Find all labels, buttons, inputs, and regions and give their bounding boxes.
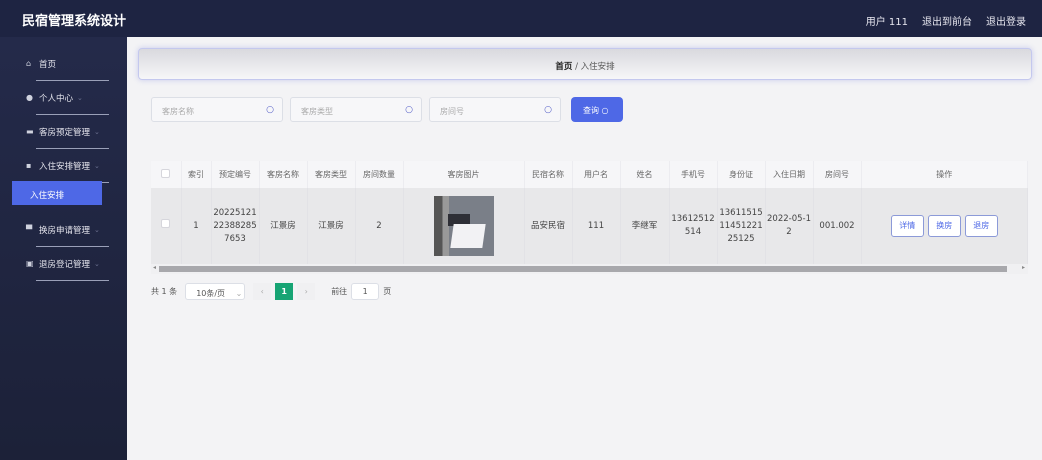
table-row: 1 20225121223882857653 江景房 江景房 2 品安民宿 111 李继军 13…	[151, 188, 1028, 264]
column-header: 操作	[861, 161, 1028, 188]
search-icon: ○	[266, 105, 274, 115]
column-header: 用户名	[572, 161, 621, 188]
sidebar: ⌂ 首页 ● 个人中心 ⌄ ▬ 客房预定管理 ⌄ ▪ 入住安排管理 ⌄ ▀ 换房申请管理 ⌄ ▣ 退房登记管理…	[0, 37, 127, 460]
briefcase-icon: ▬	[26, 127, 34, 136]
sidebar-item-3[interactable]: ▪ 入住安排管理 ⌄	[26, 149, 109, 183]
actions-cell: 详情 换房 退房	[861, 188, 1028, 264]
action-button-1[interactable]: 换房	[927, 215, 961, 237]
cell-homestay: 品安民宿	[524, 188, 573, 264]
page-unit: 页	[383, 287, 392, 296]
column-header: 姓名	[620, 161, 670, 188]
action-button-0[interactable]: 详情	[890, 215, 924, 237]
page-size-select[interactable]: 10条/页 ⌄	[185, 283, 246, 300]
cell-room_no: 001.002	[813, 188, 862, 264]
chevron-down-icon: ⌄	[94, 161, 100, 170]
sidebar-item-label: 首页	[39, 59, 57, 70]
cell-phone: 13612512514	[669, 188, 718, 264]
cell-index: 1	[181, 188, 212, 264]
room-type-input[interactable]: 客房类型 ○	[290, 97, 422, 122]
sidebar-item-label: 入住安排管理	[39, 161, 91, 172]
chevron-down-icon: ⌄	[77, 93, 83, 102]
sidebar-item-0[interactable]: ⌂ 首页	[26, 47, 109, 81]
cell-date: 2022-05-12	[765, 188, 814, 264]
sidebar-item-label: 个人中心	[39, 93, 74, 104]
column-header: 房间数量	[355, 161, 404, 188]
column-header: 索引	[181, 161, 212, 188]
horizontal-scrollbar[interactable]: ◂ ▸	[151, 264, 1028, 274]
room-no-input[interactable]: 房间号 ○	[429, 97, 561, 122]
placeholder: 房间号	[440, 107, 464, 116]
sidebar-item-label: 换房申请管理	[39, 225, 91, 236]
search-icon: ○	[544, 105, 552, 115]
action-button-2[interactable]: 退房	[964, 215, 998, 237]
cell-count: 2	[355, 188, 404, 264]
page-1-button[interactable]: 1	[275, 283, 294, 300]
breadcrumb-home[interactable]: 首页	[555, 62, 572, 72]
query-button[interactable]: 查询 ○	[571, 97, 623, 122]
search-icon: ○	[601, 106, 609, 115]
next-page-button[interactable]: ›	[297, 283, 316, 300]
cell-username: 111	[572, 188, 621, 264]
logout-link[interactable]: 退出登录	[986, 13, 1026, 28]
user-icon: ●	[26, 93, 33, 102]
sidebar-item-5[interactable]: ▣ 退房登记管理 ⌄	[26, 247, 109, 281]
query-label: 查询	[583, 106, 599, 115]
room-photo	[433, 196, 494, 256]
breadcrumb-current: 入住安排	[580, 62, 615, 72]
sidebar-item-label: 客房预定管理	[39, 127, 91, 138]
monitor-icon: ▀	[26, 225, 33, 234]
column-header: 客房图片	[403, 161, 525, 188]
room-photo-cell	[403, 188, 525, 264]
search-icon: ○	[405, 105, 413, 115]
chevron-down-icon: ⌄	[94, 225, 100, 234]
top-header: 民宿管理系统设计 用户 111 退出到前台 退出登录	[0, 0, 1042, 37]
current-user: 用户 111	[865, 17, 908, 28]
row-checkbox[interactable]	[151, 188, 182, 264]
chevron-down-icon: ⌄	[94, 259, 100, 268]
cell-booking_no: 20225121223882857653	[211, 188, 260, 264]
room-name-input[interactable]: 客房名称 ○	[151, 97, 283, 122]
placeholder: 客房类型	[301, 107, 333, 116]
scroll-right-icon[interactable]: ▸	[1022, 264, 1025, 271]
goto-page-input[interactable]: 1	[351, 283, 380, 300]
home-icon: ⌂	[26, 59, 32, 68]
breadcrumb: 首页 / 入住安排	[138, 48, 1032, 80]
column-header: 身份证	[717, 161, 766, 188]
chevron-down-icon: ⌄	[94, 127, 100, 136]
sidebar-item-2[interactable]: ▬ 客房预定管理 ⌄	[26, 115, 109, 149]
goto-label: 前往	[331, 287, 348, 296]
cell-room_name: 江景房	[259, 188, 308, 264]
exit-to-front-link[interactable]: 退出到前台	[922, 13, 972, 28]
chevron-down-icon: ⌄	[235, 289, 243, 298]
breadcrumb-separator: /	[575, 62, 578, 72]
select-all-checkbox[interactable]	[151, 161, 182, 188]
sidebar-item-4[interactable]: ▀ 换房申请管理 ⌄	[26, 213, 109, 247]
app-title: 民宿管理系统设计	[22, 14, 127, 29]
column-header: 预定编号	[211, 161, 260, 188]
column-header: 房间号	[813, 161, 862, 188]
cell-room_type: 江景房	[307, 188, 356, 264]
column-header: 入住日期	[765, 161, 814, 188]
column-header: 客房名称	[259, 161, 308, 188]
grid-icon: ▪	[26, 161, 32, 170]
sidebar-item-1[interactable]: ● 个人中心 ⌄	[26, 81, 109, 115]
prev-page-button[interactable]: ‹	[253, 283, 272, 300]
checkin-table: 索引 预定编号 客房名称 客房类型 房间数量 客房图片 民宿名称 用户名 姓名 手机号 身份证 入住日…	[151, 161, 1028, 264]
column-header: 民宿名称	[524, 161, 573, 188]
column-header: 客房类型	[307, 161, 356, 188]
sidebar-item-label: 退房登记管理	[39, 259, 91, 270]
total-count: 共 1 条	[151, 287, 178, 296]
pagination: 共 1 条 10条/页 ⌄ ‹ 1 › 前往 1 页	[151, 283, 391, 300]
column-header: 手机号	[669, 161, 718, 188]
sidebar-subitem-checkin[interactable]: 入住安排	[12, 181, 102, 205]
cell-name: 李继军	[620, 188, 670, 264]
cell-id_card: 136115151145122125125	[717, 188, 766, 264]
clipboard-icon: ▣	[26, 259, 34, 268]
placeholder: 客房名称	[162, 107, 194, 116]
page-size-value: 10条/页	[196, 289, 226, 298]
scrollbar-thumb[interactable]	[159, 266, 1007, 272]
scroll-left-icon[interactable]: ◂	[153, 264, 156, 271]
